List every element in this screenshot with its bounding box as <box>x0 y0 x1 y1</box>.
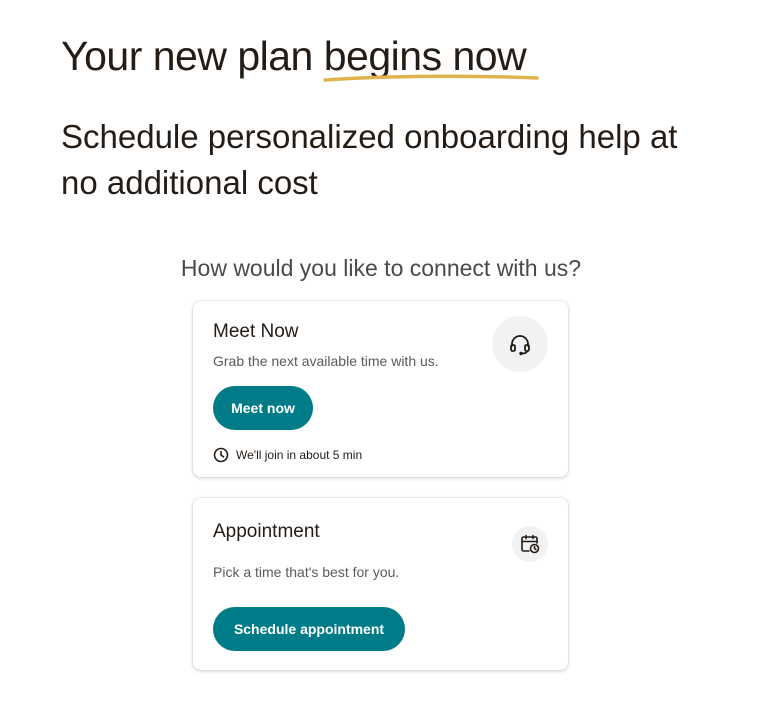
meet-now-button[interactable]: Meet now <box>213 386 313 430</box>
appointment-title: Appointment <box>213 521 320 542</box>
meet-now-eta: We'll join in about 5 min <box>213 447 362 463</box>
schedule-appointment-button[interactable]: Schedule appointment <box>213 607 405 651</box>
headset-icon <box>492 316 548 372</box>
meet-now-title: Meet Now <box>213 321 299 342</box>
calendar-clock-icon <box>512 526 548 562</box>
connect-question: How would you like to connect with us? <box>180 255 582 281</box>
page-headline: Your new plan begins now <box>61 30 539 82</box>
headline-underline-stroke <box>323 74 539 82</box>
headline-prefix: Your new plan <box>61 33 324 79</box>
headline-highlight-wrap: begins now <box>323 30 539 82</box>
meet-now-description: Grab the next available time with us. <box>213 353 439 369</box>
appointment-card: Appointment Pick a time that's best for … <box>193 498 568 670</box>
meet-now-card: Meet Now Grab the next available time wi… <box>193 301 568 477</box>
clock-icon <box>213 447 229 463</box>
meet-now-eta-text: We'll join in about 5 min <box>236 448 363 462</box>
page-subheadline: Schedule personalized onboarding help at… <box>61 118 678 201</box>
appointment-description: Pick a time that's best for you. <box>213 564 400 580</box>
